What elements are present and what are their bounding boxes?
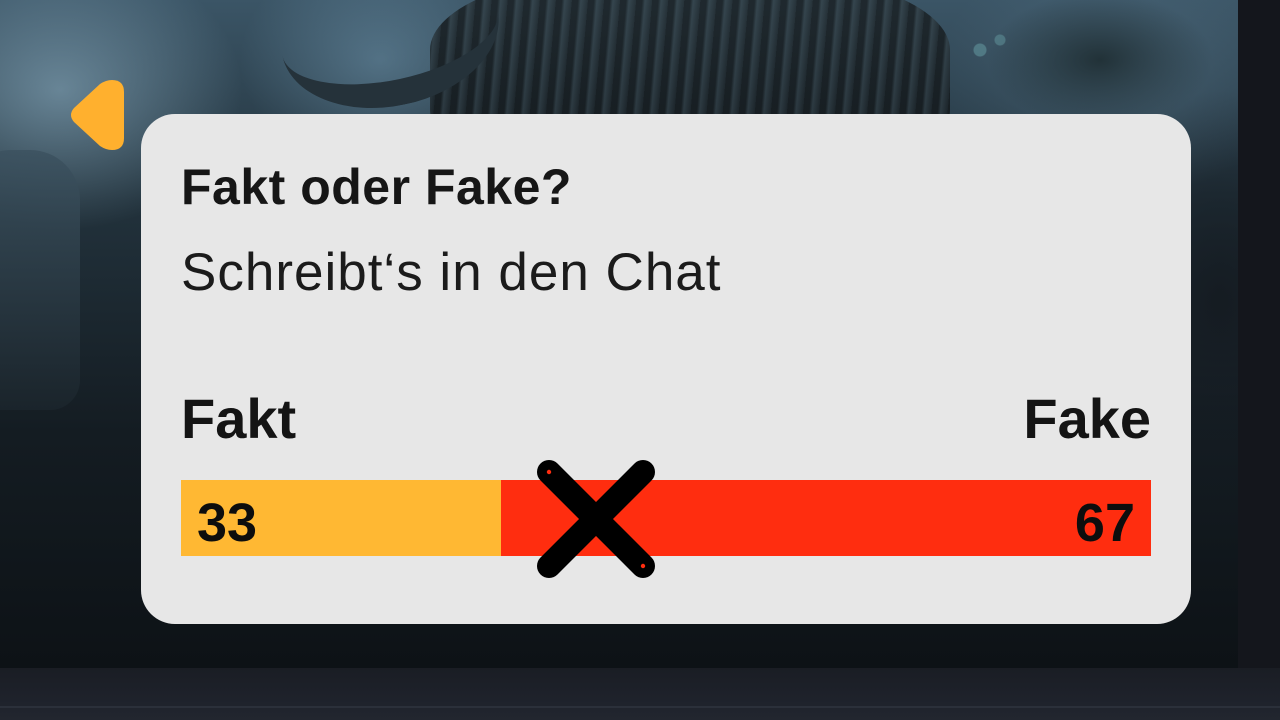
bottom-divider xyxy=(0,706,1280,708)
triangle-left-icon xyxy=(71,80,124,150)
previous-arrow-button[interactable] xyxy=(66,76,126,154)
poll-card: Fakt oder Fake? Schreibt‘s in den Chat F… xyxy=(141,114,1191,624)
poll-subtitle: Schreibt‘s in den Chat xyxy=(181,243,722,302)
character-silhouette-image xyxy=(0,150,80,410)
poll-result-bar: 33 67 xyxy=(181,480,1151,556)
x-cross-icon xyxy=(535,458,657,580)
result-segment-fakt: 33 xyxy=(181,480,502,556)
result-value-fakt: 33 xyxy=(197,493,258,553)
poll-title: Fakt oder Fake? xyxy=(181,159,572,215)
stream-overlay: Fakt oder Fake? Schreibt‘s in den Chat F… xyxy=(0,0,1280,720)
result-value-fake: 67 xyxy=(1074,493,1135,553)
bottom-panel xyxy=(0,668,1280,720)
option-label-fake: Fake xyxy=(1023,387,1151,450)
option-label-fakt: Fakt xyxy=(181,387,297,450)
